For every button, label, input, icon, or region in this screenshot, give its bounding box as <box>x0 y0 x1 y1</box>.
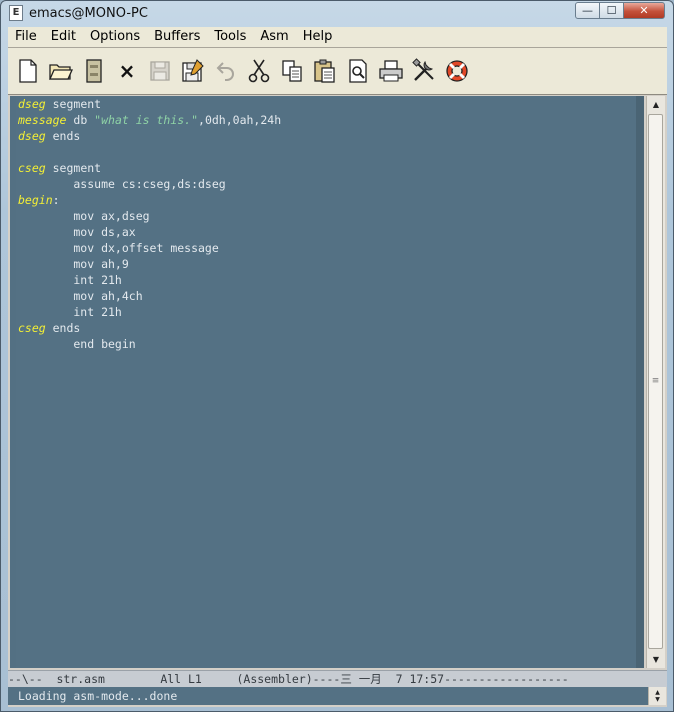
scroll-up-arrow-icon[interactable]: ▲ <box>647 96 665 113</box>
left-fringe <box>10 96 16 668</box>
paste-icon[interactable] <box>310 56 340 86</box>
buffer-text[interactable]: dseg segment message db "what is this.",0… <box>18 96 628 352</box>
minibuffer[interactable]: Loading asm-mode...done <box>8 687 648 705</box>
code-token: end begin <box>18 337 136 351</box>
string-token: "what is this." <box>94 113 199 127</box>
code-token: segment <box>45 97 102 111</box>
code-line[interactable]: begin: <box>18 192 628 208</box>
mini-scroll-up-icon[interactable]: ▲ <box>655 689 660 696</box>
help-icon[interactable] <box>442 56 472 86</box>
menu-file[interactable]: File <box>8 27 44 47</box>
code-line[interactable]: dseg segment <box>18 96 628 112</box>
open-directory-icon[interactable] <box>79 56 109 86</box>
code-token: ends <box>45 129 81 143</box>
keyword-token: cseg <box>18 161 46 175</box>
close-button[interactable]: ✕ <box>623 2 665 19</box>
code-token: int 21h <box>18 273 122 287</box>
code-token: assume cs:cseg,ds:dseg <box>18 177 226 191</box>
search-icon[interactable] <box>343 56 373 86</box>
right-fringe <box>636 96 644 668</box>
code-token: ends <box>45 321 81 335</box>
menu-buffers[interactable]: Buffers <box>147 27 207 47</box>
title-bar[interactable]: E emacs@MONO-PC — ☐ ✕ <box>1 1 673 25</box>
emacs-app-icon[interactable]: E <box>9 5 23 21</box>
code-token: db <box>66 113 95 127</box>
cut-icon[interactable] <box>244 56 274 86</box>
grip-icon: ≡ <box>651 376 660 386</box>
code-token: : <box>52 193 60 207</box>
mode-line[interactable]: --\-- str.asm All L1 (Assembler)----三 一月… <box>8 670 667 687</box>
code-token: segment <box>45 161 102 175</box>
code-token: mov dx,offset message <box>18 241 219 255</box>
preferences-icon[interactable] <box>409 56 439 86</box>
undo-icon[interactable] <box>211 56 241 86</box>
code-line[interactable]: mov ax,dseg <box>18 208 628 224</box>
copy-icon[interactable] <box>277 56 307 86</box>
minibuffer-scrollbar[interactable]: ▲ ▼ <box>648 687 666 705</box>
code-token: ,0dh,0ah,24h <box>198 113 282 127</box>
window-title: emacs@MONO-PC <box>29 5 148 21</box>
save-as-icon[interactable] <box>178 56 208 86</box>
maximize-button[interactable]: ☐ <box>599 2 624 19</box>
menu-options[interactable]: Options <box>83 27 147 47</box>
mini-scroll-down-icon[interactable]: ▼ <box>655 696 660 703</box>
menu-tools[interactable]: Tools <box>207 27 253 47</box>
code-line[interactable]: int 21h <box>18 304 628 320</box>
menu-bar: File Edit Options Buffers Tools Asm Help <box>8 27 667 48</box>
code-token: int 21h <box>18 305 122 319</box>
code-token: mov ax,dseg <box>18 209 150 223</box>
code-line[interactable]: message db "what is this.",0dh,0ah,24h <box>18 112 628 128</box>
code-line[interactable]: end begin <box>18 336 628 352</box>
code-line[interactable]: mov ah,9 <box>18 256 628 272</box>
code-line[interactable]: cseg segment <box>18 160 628 176</box>
code-line[interactable]: mov dx,offset message <box>18 240 628 256</box>
close-buffer-icon[interactable]: × <box>112 56 142 86</box>
code-line[interactable] <box>18 144 628 160</box>
code-line[interactable]: assume cs:cseg,ds:dseg <box>18 176 628 192</box>
menu-edit[interactable]: Edit <box>44 27 83 47</box>
editor-buffer[interactable]: dseg segment message db "what is this.",0… <box>10 96 644 668</box>
minimize-button[interactable]: — <box>575 2 600 19</box>
code-line[interactable]: mov ds,ax <box>18 224 628 240</box>
save-icon[interactable] <box>145 56 175 86</box>
code-line[interactable]: cseg ends <box>18 320 628 336</box>
scroll-thumb[interactable]: ≡ <box>648 114 663 649</box>
keyword-token: cseg <box>18 321 46 335</box>
emacs-client-area: File Edit Options Buffers Tools Asm Help… <box>8 27 667 707</box>
vertical-scrollbar[interactable]: ▲ ≡ ▼ <box>646 96 665 668</box>
keyword-token: dseg <box>18 129 46 143</box>
open-folder-icon[interactable] <box>46 56 76 86</box>
scroll-down-arrow-icon[interactable]: ▼ <box>647 651 665 668</box>
keyword-token: message <box>18 113 67 127</box>
window-frame: E emacs@MONO-PC — ☐ ✕ File Edit Options … <box>0 0 674 712</box>
keyword-token: dseg <box>18 97 46 111</box>
keyword-token: begin <box>18 193 53 207</box>
new-file-icon[interactable] <box>13 56 43 86</box>
code-token: mov ds,ax <box>18 225 136 239</box>
window-controls: — ☐ ✕ <box>575 2 665 19</box>
menu-asm[interactable]: Asm <box>253 27 295 47</box>
code-line[interactable]: mov ah,4ch <box>18 288 628 304</box>
code-line[interactable]: dseg ends <box>18 128 628 144</box>
code-line[interactable]: int 21h <box>18 272 628 288</box>
print-icon[interactable] <box>376 56 406 86</box>
code-token: mov ah,4ch <box>18 289 143 303</box>
tool-bar: × <box>8 48 667 95</box>
code-token: mov ah,9 <box>18 257 129 271</box>
menu-help[interactable]: Help <box>296 27 340 47</box>
